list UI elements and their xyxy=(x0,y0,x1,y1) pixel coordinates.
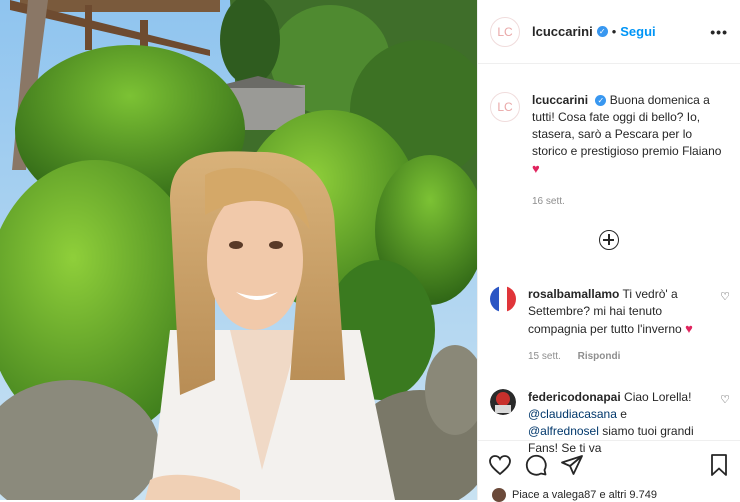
commenter-avatar[interactable] xyxy=(490,389,516,415)
save-bookmark-icon[interactable] xyxy=(707,453,731,477)
post-photo[interactable] xyxy=(0,0,477,500)
load-more-comments-icon[interactable] xyxy=(599,230,619,250)
like-comment-heart-icon[interactable]: ♡ xyxy=(720,393,730,406)
author-username[interactable]: lcuccarini xyxy=(532,24,593,39)
commenter-avatar-france-flag[interactable] xyxy=(490,286,516,312)
caption-username[interactable]: lcuccarini xyxy=(532,93,588,107)
likes-text: Piace a valega87 e altri 9.749 xyxy=(512,489,657,501)
follow-button[interactable]: Segui xyxy=(620,24,655,39)
comment-conjunction: e xyxy=(620,407,627,421)
caption-avatar[interactable]: LC xyxy=(490,92,520,122)
more-options-icon[interactable]: ••• xyxy=(710,24,728,40)
reply-button[interactable]: Rispondi xyxy=(578,351,621,362)
red-heart-emoji: ♥ xyxy=(532,161,540,176)
commenter-username[interactable]: federicodonapai xyxy=(528,390,621,404)
post-image xyxy=(0,0,477,500)
post-header: LC lcuccarini ✓ • Segui ••• xyxy=(478,0,740,64)
mention-link[interactable]: @claudiacasana xyxy=(528,407,617,421)
verified-badge-icon: ✓ xyxy=(596,26,608,37)
mention-link[interactable]: @alfrednosel xyxy=(528,424,599,438)
comment-text-start: Ciao Lorella! xyxy=(624,390,692,404)
share-send-icon[interactable] xyxy=(560,453,584,477)
comment-item: rosalbamallamo Ti vedrò' a Settembre? mi… xyxy=(490,286,730,365)
like-heart-icon[interactable] xyxy=(488,453,512,477)
header-separator: • xyxy=(611,24,617,39)
verified-badge-icon: ✓ xyxy=(595,95,607,106)
post-actions-bar xyxy=(478,440,740,488)
red-heart-emoji: ♥ xyxy=(685,321,693,336)
post-caption: LC lcuccarini ✓ Buona domenica a tutti! … xyxy=(478,64,740,210)
comment-bubble-icon[interactable] xyxy=(524,453,548,477)
like-comment-heart-icon[interactable]: ♡ xyxy=(720,290,730,303)
comment-time[interactable]: 15 sett. xyxy=(528,351,561,362)
post-timestamp[interactable]: 16 sett. xyxy=(532,193,722,210)
post-side-panel: LC lcuccarini ✓ • Segui ••• LC lcuccarin… xyxy=(477,0,740,502)
author-avatar[interactable]: LC xyxy=(490,16,520,47)
commenter-username[interactable]: rosalbamallamo xyxy=(528,287,619,301)
